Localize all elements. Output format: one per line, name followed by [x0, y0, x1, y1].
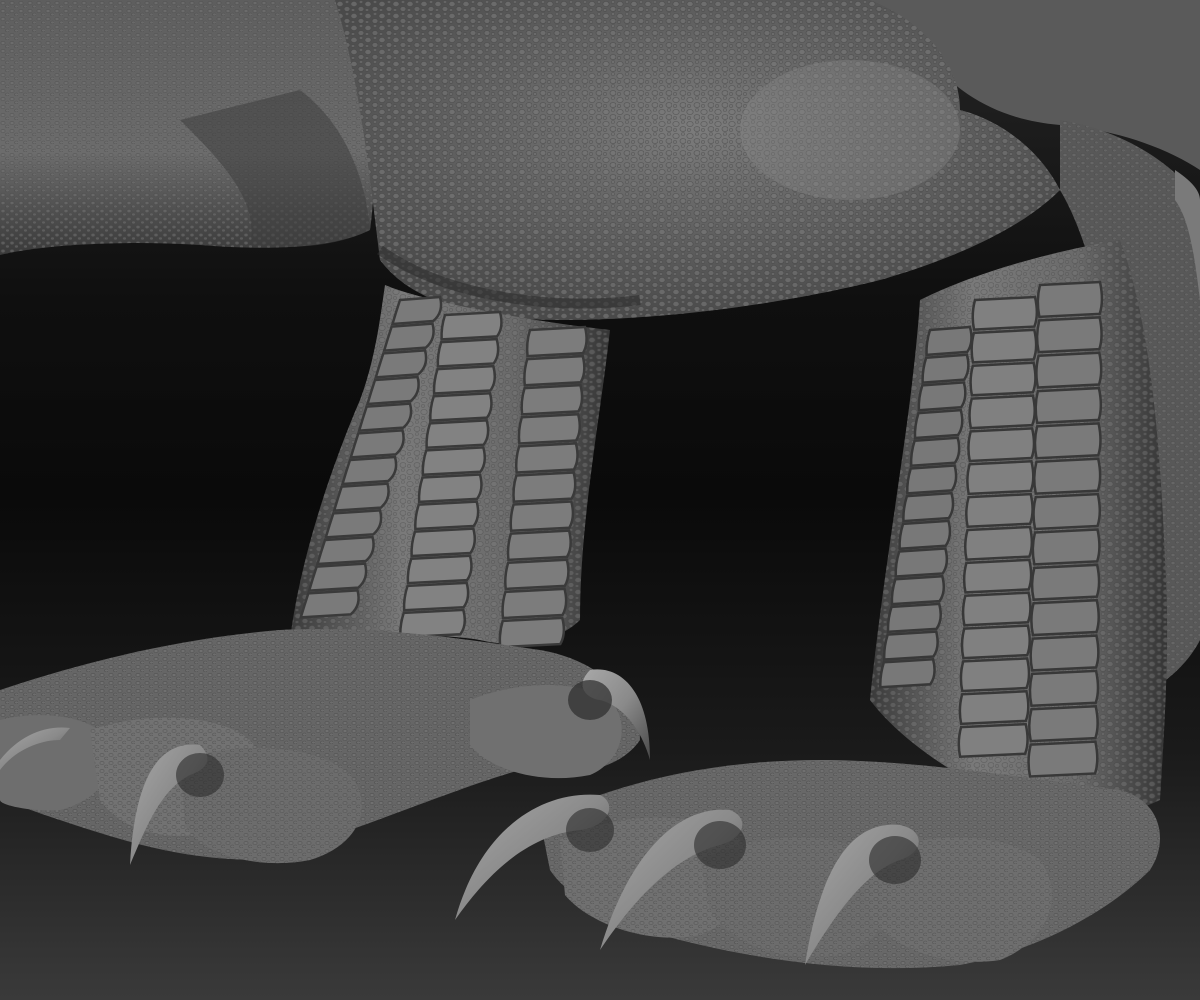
scute-plate — [1032, 492, 1102, 531]
scute-plate — [970, 328, 1038, 364]
scute-plate — [1028, 669, 1100, 708]
scute-plate — [440, 310, 503, 341]
scute-plate — [1027, 740, 1099, 778]
scute-plate — [1029, 634, 1100, 672]
scute-plate — [1031, 528, 1101, 566]
scute-plate — [917, 381, 967, 412]
scute-plate — [406, 554, 473, 585]
scute-plate — [882, 630, 939, 661]
scute-plate — [307, 562, 368, 593]
scute-plate — [523, 354, 586, 387]
scute-plate — [965, 492, 1034, 529]
scute-plate — [374, 349, 428, 379]
scute-plate — [902, 491, 955, 523]
scute-plate — [349, 429, 405, 459]
scute-plate — [390, 295, 443, 326]
scute-plate — [905, 464, 958, 495]
scute-plate — [501, 587, 568, 620]
scute-plate — [299, 589, 360, 619]
scute-plate — [432, 364, 497, 395]
scute-plate — [894, 547, 949, 578]
scute-plate — [514, 442, 579, 474]
scute-plate — [504, 558, 570, 591]
scute-plate — [399, 608, 467, 639]
scute-plate — [960, 624, 1031, 660]
scute-plate — [414, 500, 480, 531]
scute-plate — [966, 459, 1035, 496]
scute-plate — [957, 722, 1029, 759]
scute-plate — [1035, 351, 1103, 389]
scute-plate — [332, 482, 390, 513]
scute-plate — [315, 535, 375, 566]
scute-plate — [958, 689, 1030, 726]
scute-plate — [1028, 704, 1099, 743]
scute-plate — [971, 295, 1039, 331]
scute-plate — [1030, 563, 1101, 601]
scute-plate — [429, 391, 493, 422]
scute-plate — [517, 412, 582, 445]
scute-plate — [410, 527, 477, 558]
scute-plate — [921, 353, 970, 384]
scute-plate — [886, 602, 942, 634]
scute-plate — [962, 558, 1033, 594]
scute-plate — [417, 473, 483, 504]
scute-plate — [968, 394, 1036, 430]
scute-plate — [909, 436, 961, 468]
scute-plate — [498, 616, 566, 649]
scute-plate — [969, 361, 1037, 397]
scute-plate — [1035, 316, 1103, 354]
scute-plate — [512, 471, 577, 503]
scute-plate — [967, 427, 1036, 463]
scute-plate — [357, 402, 413, 433]
scute-plate — [506, 529, 572, 562]
scute-plate — [520, 383, 584, 416]
scute-plate — [421, 446, 487, 477]
scute-plate — [963, 525, 1034, 561]
scute-plate — [382, 322, 435, 353]
scute-plate — [1033, 457, 1102, 495]
scute-plate — [890, 574, 946, 606]
scute-plate — [1036, 280, 1104, 319]
scute-plate — [913, 408, 964, 440]
scute-plate — [365, 375, 420, 406]
scute-plate — [324, 509, 383, 539]
scute-plate — [925, 325, 973, 357]
scute-plate — [898, 519, 952, 551]
scute-plate — [525, 325, 588, 358]
creature-feet-render — [0, 0, 1200, 969]
sculpt-viewport — [0, 0, 1200, 1000]
scute-plate — [1030, 598, 1100, 637]
scute-plate — [1034, 386, 1103, 425]
scute-plate — [961, 591, 1032, 627]
scute-plate — [959, 657, 1031, 693]
scute-plate — [425, 419, 490, 450]
scute-plate — [402, 581, 470, 612]
scute-plate — [509, 500, 575, 533]
scute-plate — [436, 337, 500, 368]
scute-plate — [1033, 422, 1102, 460]
scute-plate — [879, 657, 936, 689]
scute-plate — [340, 455, 398, 486]
